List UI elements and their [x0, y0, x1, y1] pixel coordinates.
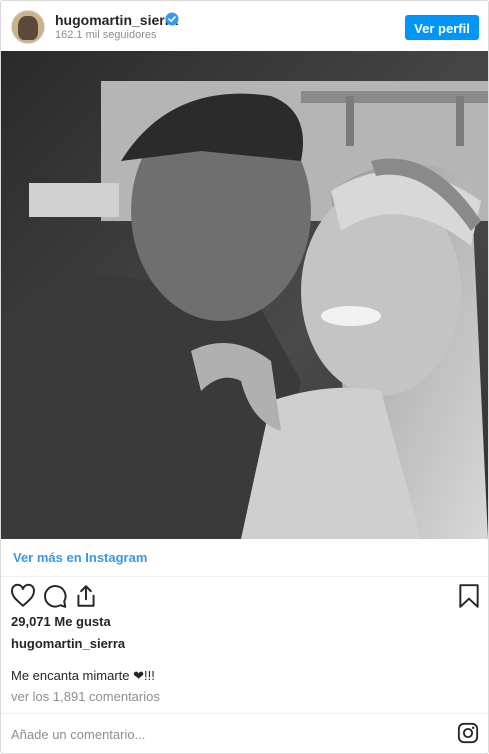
like-count[interactable]: 29,071 Me gusta [11, 614, 111, 629]
post-header: hugomartin_sierra 162.1 mil seguidores V… [1, 1, 488, 51]
share-icon[interactable] [73, 583, 99, 609]
instagram-logo-icon[interactable] [457, 722, 479, 744]
view-comments-link[interactable]: ver los 1,891 comentarios [11, 689, 160, 704]
view-profile-button[interactable]: Ver perfil [405, 15, 479, 40]
heart-icon[interactable] [10, 583, 36, 609]
post-photo[interactable] [1, 51, 488, 539]
caption-username[interactable]: hugomartin_sierra [11, 636, 125, 651]
divider [1, 713, 488, 714]
instagram-embed-card: hugomartin_sierra 162.1 mil seguidores V… [0, 0, 489, 754]
avatar-figure [18, 16, 38, 40]
bookmark-icon[interactable] [456, 583, 482, 609]
follower-count: 162.1 mil seguidores [55, 29, 157, 41]
username[interactable]: hugomartin_sierra [55, 12, 178, 28]
photo-image [1, 51, 488, 539]
divider [1, 576, 488, 577]
comment-input[interactable] [11, 725, 431, 743]
comment-icon[interactable] [42, 583, 68, 609]
avatar[interactable] [11, 10, 45, 44]
view-more-link[interactable]: Ver más en Instagram [13, 550, 147, 565]
verified-badge-icon [165, 12, 179, 26]
caption-text: Me encanta mimarte ❤!!! [11, 668, 155, 683]
